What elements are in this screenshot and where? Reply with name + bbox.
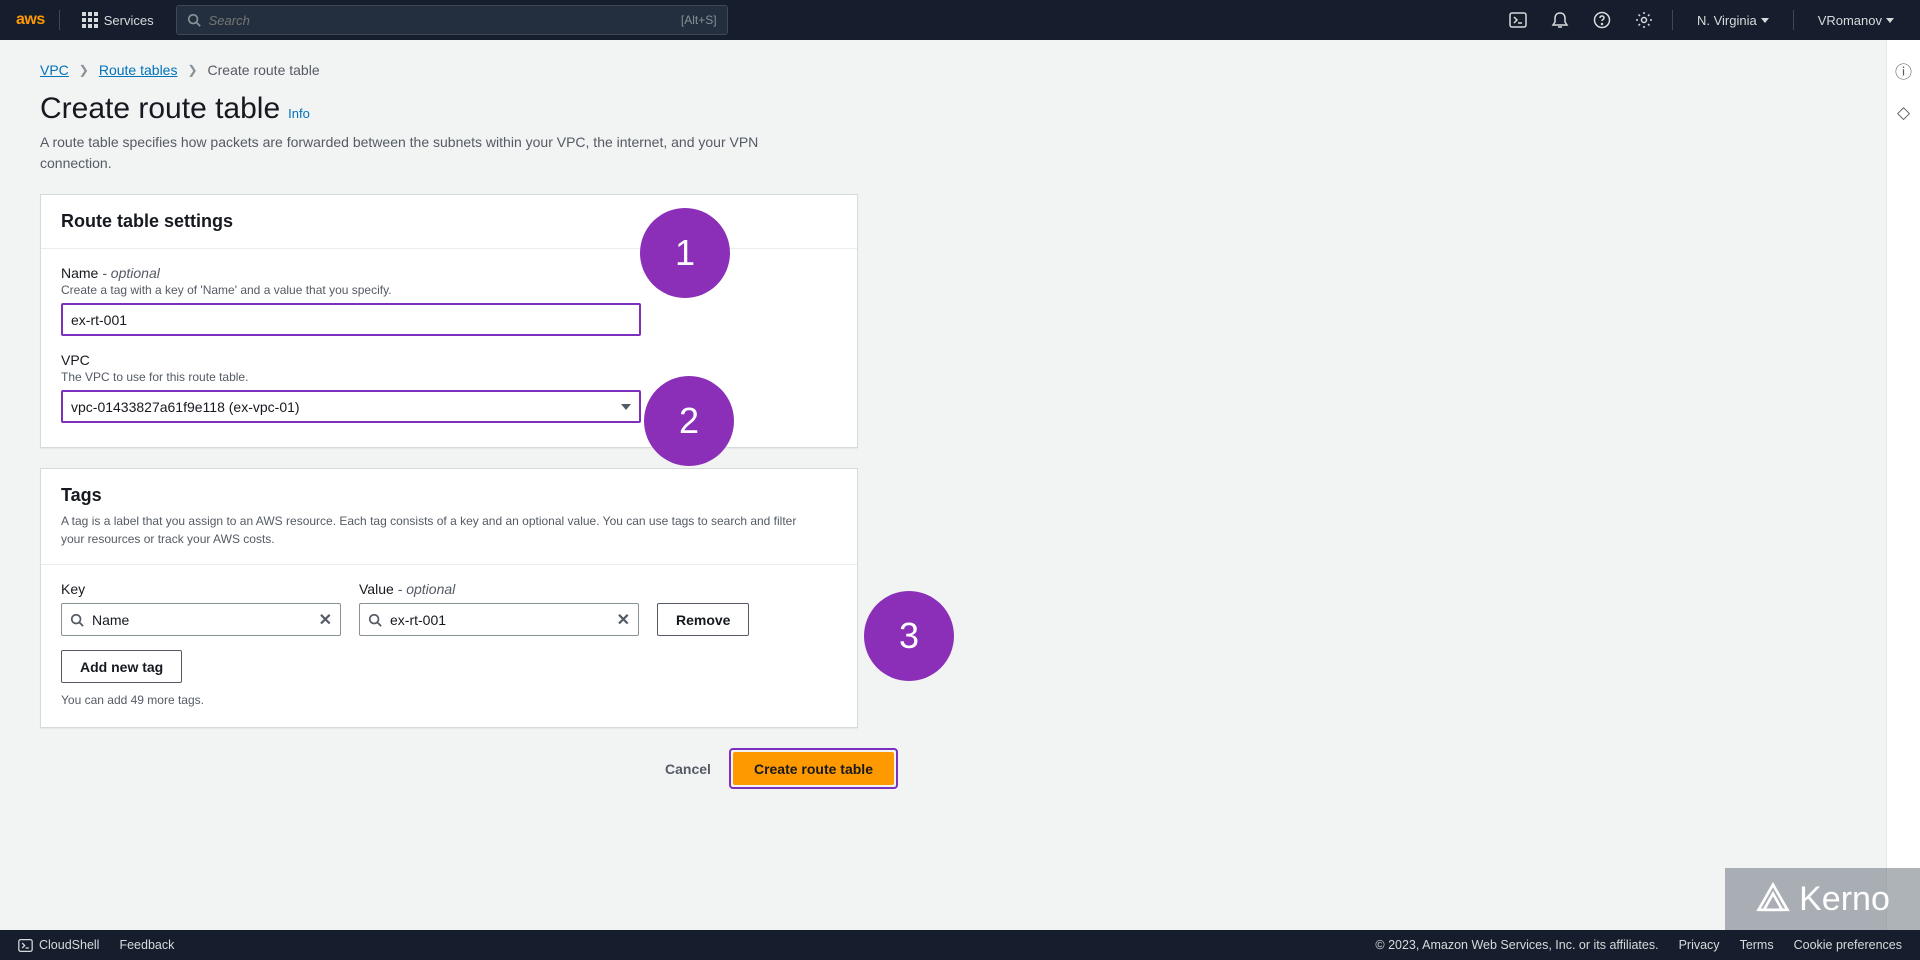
vpc-field-label: VPC — [61, 352, 837, 368]
tags-description: A tag is a label that you assign to an A… — [61, 512, 821, 548]
kerno-watermark: Kerno — [1725, 868, 1920, 930]
help-icon[interactable] — [1588, 11, 1616, 29]
diagnostics-icon[interactable]: ◇ — [1897, 103, 1910, 123]
notifications-icon[interactable] — [1546, 11, 1574, 29]
search-input[interactable] — [209, 13, 673, 28]
remove-tag-button[interactable]: Remove — [657, 603, 749, 636]
aws-logo[interactable]: aws — [16, 11, 45, 29]
account-menu[interactable]: VRomanov — [1808, 13, 1904, 28]
search-icon — [187, 13, 201, 27]
clear-icon[interactable]: ✕ — [617, 610, 630, 630]
tag-key-label: Key — [61, 581, 341, 597]
grid-icon — [82, 12, 98, 28]
info-link[interactable]: Info — [288, 106, 310, 121]
services-label: Services — [104, 13, 154, 28]
cookie-preferences-link[interactable]: Cookie preferences — [1794, 938, 1902, 952]
breadcrumb-current: Create route table — [208, 62, 320, 78]
name-input[interactable]: ex-rt-001 — [61, 303, 641, 336]
feedback-link[interactable]: Feedback — [119, 938, 174, 952]
nav-separator — [1793, 10, 1794, 30]
page-subtitle: A route table specifies how packets are … — [40, 132, 820, 174]
cancel-button[interactable]: Cancel — [665, 761, 711, 777]
caret-down-icon — [1761, 18, 1769, 23]
caret-down-icon — [1886, 18, 1894, 23]
search-icon — [70, 613, 84, 627]
tags-heading: Tags — [61, 485, 837, 506]
tag-value-label: Value - optional — [359, 581, 639, 597]
main-content: VPC ❯ Route tables ❯ Create route table … — [0, 40, 1920, 789]
tag-value-input[interactable]: ex-rt-001 ✕ — [359, 603, 639, 636]
tag-limit-note: You can add 49 more tags. — [61, 693, 837, 707]
tags-panel: Tags A tag is a label that you assign to… — [40, 468, 858, 728]
name-field-help: Create a tag with a key of 'Name' and a … — [61, 283, 837, 297]
search-shortcut-hint: [Alt+S] — [681, 13, 717, 27]
vpc-field-help: The VPC to use for this route table. — [61, 370, 837, 384]
settings-icon[interactable] — [1630, 11, 1658, 29]
breadcrumb-vpc[interactable]: VPC — [40, 62, 69, 78]
clear-icon[interactable]: ✕ — [319, 610, 332, 630]
info-panel-icon[interactable]: ⓘ — [1895, 58, 1912, 83]
terms-link[interactable]: Terms — [1740, 938, 1774, 952]
copyright-text: © 2023, Amazon Web Services, Inc. or its… — [1375, 938, 1658, 952]
breadcrumb-route-tables[interactable]: Route tables — [99, 62, 178, 78]
breadcrumb: VPC ❯ Route tables ❯ Create route table — [40, 62, 1880, 78]
nav-separator — [1672, 10, 1673, 30]
services-menu[interactable]: Services — [74, 8, 162, 32]
action-row: Cancel Create route table — [40, 748, 898, 789]
chevron-right-icon: ❯ — [79, 63, 89, 77]
name-field-label: Name - optional — [61, 265, 837, 281]
vpc-select[interactable]: vpc-01433827a61f9e118 (ex-vpc-01) — [61, 390, 641, 423]
nav-separator — [59, 10, 60, 30]
global-search[interactable]: [Alt+S] — [176, 5, 728, 35]
tag-key-input[interactable]: Name ✕ — [61, 603, 341, 636]
page-title: Create route table — [40, 92, 280, 126]
right-side-rail: ⓘ ◇ — [1886, 40, 1920, 930]
footer-bar: CloudShell Feedback © 2023, Amazon Web S… — [0, 930, 1920, 960]
region-selector[interactable]: N. Virginia — [1687, 13, 1779, 28]
chevron-down-icon — [621, 404, 631, 410]
kerno-logo-icon — [1755, 881, 1791, 917]
cloudshell-link[interactable]: CloudShell — [18, 938, 99, 953]
route-table-settings-panel: Route table settings Name - optional Cre… — [40, 194, 858, 448]
top-nav: aws Services [Alt+S] N. Virginia VRomano… — [0, 0, 1920, 40]
create-route-table-button[interactable]: Create route table — [733, 752, 894, 785]
chevron-right-icon: ❯ — [187, 63, 197, 77]
privacy-link[interactable]: Privacy — [1679, 938, 1720, 952]
cloudshell-icon[interactable] — [1504, 11, 1532, 29]
settings-heading: Route table settings — [61, 211, 837, 232]
add-new-tag-button[interactable]: Add new tag — [61, 650, 182, 683]
search-icon — [368, 613, 382, 627]
